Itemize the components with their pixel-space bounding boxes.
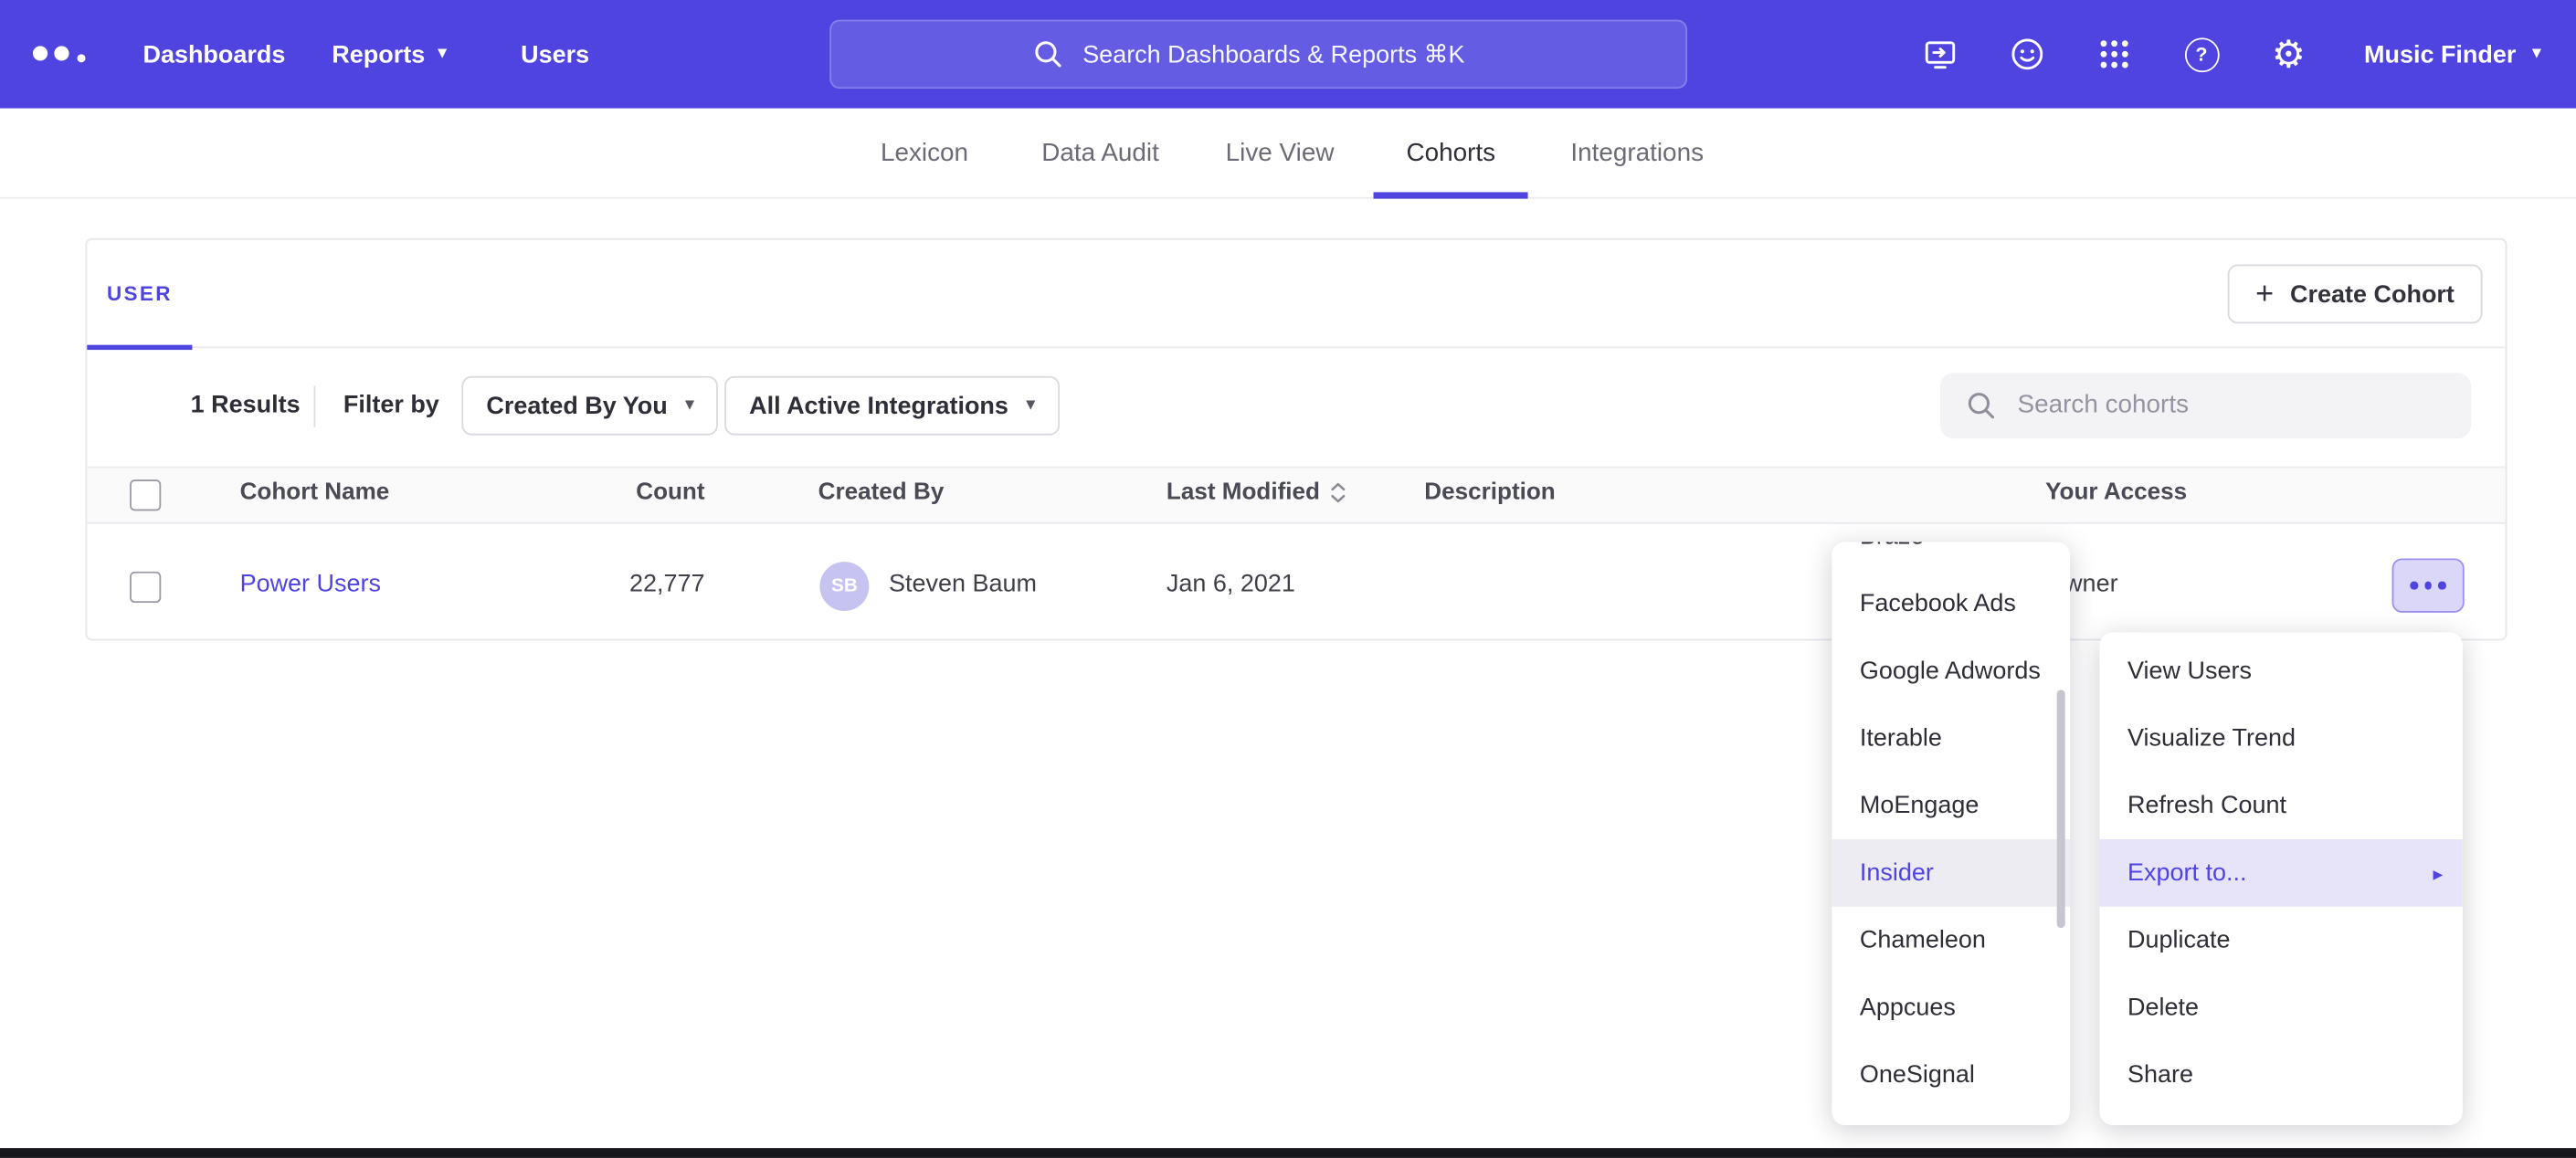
workspace-name: Music Finder (2364, 40, 2516, 68)
col-description: Description (1424, 479, 1555, 506)
menu-item-export-to-label: Export to... (2127, 859, 2246, 888)
export-submenu: Braze Facebook Ads Google Adwords Iterab… (1832, 542, 2070, 1124)
chevron-down-icon: ▾ (686, 397, 694, 414)
tab-user-cohorts[interactable]: USER (87, 240, 192, 349)
filter-by-label: Filter by (343, 391, 439, 419)
submenu-scrollbar[interactable] (2057, 690, 2065, 928)
col-last-modified[interactable]: Last Modified (1167, 479, 1348, 506)
menu-item-export-to[interactable]: Export to... ▸ (2099, 839, 2462, 907)
export-submenu-list: Braze Facebook Ads Google Adwords Iterab… (1832, 542, 2070, 1108)
chevron-down-icon: ▾ (438, 46, 447, 62)
cohort-count: 22,777 (541, 570, 705, 598)
plus-icon: + (2255, 279, 2274, 310)
menu-item-facebook-ads[interactable]: Facebook Ads (1832, 570, 2070, 637)
menu-item-braze[interactable]: Braze (1832, 542, 2070, 570)
filter-created-by[interactable]: Created By You ▾ (461, 376, 718, 436)
menu-item-chameleon[interactable]: Chameleon (1832, 907, 2070, 974)
global-search[interactable] (829, 20, 1687, 89)
last-modified-date: Jan 6, 2021 (1167, 570, 1295, 598)
logo-dot (78, 54, 86, 62)
search-icon (1965, 389, 1998, 422)
help-icon[interactable]: ? (2180, 33, 2223, 76)
tab-cohorts[interactable]: Cohorts (1374, 109, 1529, 199)
nav-dashboards-label: Dashboards (143, 40, 285, 68)
row-actions-menu: View Users Visualize Trend Refresh Count… (2099, 632, 2462, 1125)
card-header (87, 240, 2505, 349)
avatar: SB (819, 562, 869, 611)
cohort-search-input[interactable] (2018, 391, 2412, 420)
menu-item-moengage[interactable]: MoEngage (1832, 772, 2070, 839)
create-cohort-label: Create Cohort (2290, 280, 2455, 309)
tab-live-view[interactable]: Live View (1193, 109, 1367, 199)
logo-dot (33, 46, 48, 60)
menu-item-google-adwords[interactable]: Google Adwords (1832, 637, 2070, 705)
col-cohort-name: Cohort Name (240, 479, 390, 506)
create-cohort-button[interactable]: + Create Cohort (2227, 265, 2482, 324)
workspace-switcher[interactable]: Music Finder ▾ (2364, 0, 2540, 109)
global-search-input[interactable] (1082, 40, 1485, 68)
row-checkbox[interactable] (130, 572, 161, 603)
nav-reports-label: Reports (332, 40, 425, 68)
mixpanel-logo[interactable] (33, 39, 92, 68)
apps-grid-icon[interactable] (2093, 33, 2136, 76)
menu-item-delete[interactable]: Delete (2099, 974, 2462, 1041)
sort-icon[interactable] (1330, 481, 1348, 504)
cohort-search[interactable] (1940, 373, 2471, 438)
dot (2438, 582, 2445, 589)
send-icon[interactable] (1919, 33, 1962, 76)
menu-item-onesignal[interactable]: OneSignal (1832, 1041, 2070, 1109)
tab-lexicon[interactable]: Lexicon (848, 109, 1001, 199)
col-created-by: Created By (818, 479, 945, 506)
cohorts-card: USER + Create Cohort 1 Results Filter by… (86, 238, 2507, 641)
cohort-name-link[interactable]: Power Users (240, 570, 381, 598)
tab-integrations[interactable]: Integrations (1537, 109, 1737, 199)
nav-reports[interactable]: Reports ▾ (332, 0, 446, 109)
nav-users-label: Users (521, 40, 589, 68)
menu-item-view-users[interactable]: View Users (2099, 637, 2462, 705)
menu-item-iterable[interactable]: Iterable (1832, 705, 2070, 773)
question-mark: ? (2184, 37, 2219, 71)
created-by-name: Steven Baum (889, 570, 1037, 598)
col-count: Count (541, 479, 705, 506)
filter-created-by-label: Created By You (486, 392, 667, 420)
dot (2411, 582, 2418, 589)
chevron-right-icon: ▸ (2433, 861, 2443, 884)
menu-item-appcues[interactable]: Appcues (1832, 974, 2070, 1041)
dot (2424, 582, 2432, 589)
top-navbar: Dashboards Reports ▾ Users (0, 0, 2576, 109)
nav-users[interactable]: Users (521, 0, 589, 109)
logo-dot (54, 46, 69, 60)
chevron-down-icon: ▾ (2532, 46, 2540, 62)
menu-item-insider[interactable]: Insider (1832, 839, 2070, 907)
results-count: 1 Results (191, 391, 301, 419)
filter-integrations[interactable]: All Active Integrations ▾ (724, 376, 1060, 436)
row-actions-button[interactable] (2392, 558, 2465, 612)
chevron-down-icon: ▾ (1027, 397, 1035, 414)
tab-data-audit[interactable]: Data Audit (1008, 109, 1192, 199)
gear-icon[interactable]: ⚙ (2267, 33, 2310, 76)
col-your-access: Your Access (2045, 479, 2187, 506)
divider (314, 386, 316, 427)
section-tabs: Lexicon Data Audit Live View Cohorts Int… (0, 109, 2576, 199)
app: Dashboards Reports ▾ Users (0, 0, 2576, 1158)
nav-dashboards[interactable]: Dashboards (143, 0, 285, 109)
filter-integrations-label: All Active Integrations (749, 392, 1008, 420)
bottom-edge-bar (0, 1148, 2576, 1158)
menu-item-share[interactable]: Share (2099, 1041, 2462, 1109)
menu-item-duplicate[interactable]: Duplicate (2099, 907, 2462, 974)
smiley-icon[interactable] (2006, 33, 2049, 76)
select-all-checkbox[interactable] (130, 479, 161, 511)
menu-item-refresh-count[interactable]: Refresh Count (2099, 772, 2462, 839)
search-icon (1031, 37, 1064, 70)
menu-item-visualize-trend[interactable]: Visualize Trend (2099, 705, 2462, 773)
